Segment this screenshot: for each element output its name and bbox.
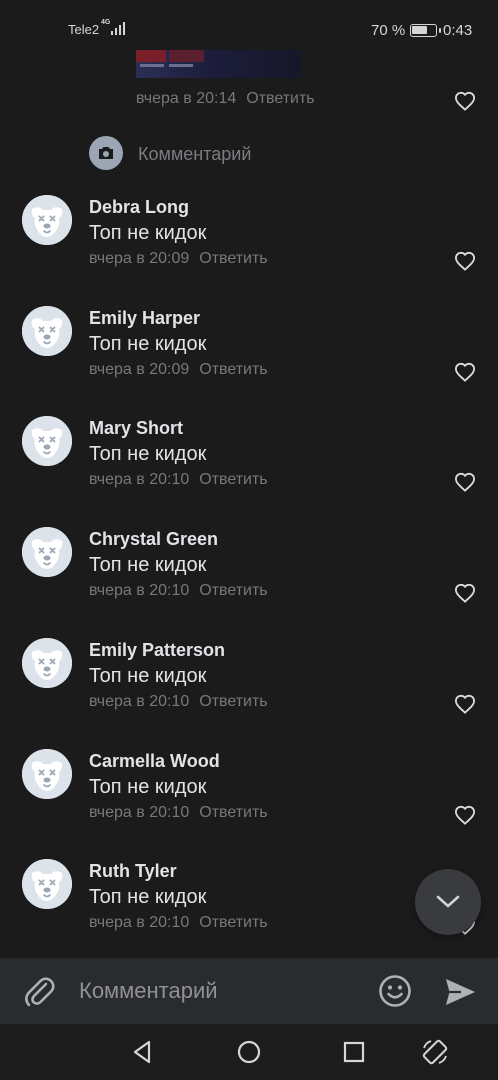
triangle-back-icon[interactable] [129,1038,157,1066]
comment-time: вчера в 20:14 [136,90,237,107]
comment-time: вчера в 20:10 [89,692,190,710]
comment-author[interactable]: Ruth Tyler [89,861,177,882]
comment-time: вчера в 20:09 [89,250,190,267]
avatar[interactable] [22,748,72,799]
heart-outline-icon[interactable] [454,91,476,111]
comment-item: Mary Short Топ не кидок вчера в 20:10 Отв… [0,416,498,526]
system-nav-bar [0,1024,498,1080]
comment-time: вчера в 20:10 [89,914,190,932]
heart-outline-icon[interactable] [454,472,476,493]
comment-meta: вчера в 20:10 Ответить [89,693,268,711]
comment-meta: вчера в 20:09 Ответить [89,361,268,379]
comment-meta: вчера в 20:10 Ответить [89,582,268,600]
avatar[interactable] [22,195,72,245]
comment-meta: вчера в 20:09 Ответить [89,250,268,268]
comment-item: Debra Long Топ не кидок вчера в 20:09 Отв… [0,195,498,305]
camera-icon[interactable] [89,136,123,170]
reply-link[interactable]: Ответить [199,693,267,710]
comment-meta: вчера в 20:14 Ответить [136,90,315,108]
deactivated-dog-avatar [22,527,72,578]
reply-link[interactable]: Ответить [199,471,267,488]
comment-author[interactable]: Carmella Wood [89,751,220,772]
deactivated-dog-avatar [22,637,72,688]
battery-level-fill [412,26,427,34]
chevron-down-icon [436,895,460,908]
signal-icon [107,20,125,41]
comment-author[interactable]: Emily Harper [89,308,200,329]
comment-item: Emily Patterson Топ не кидок вчера в 20:… [0,637,498,748]
heart-outline-icon[interactable] [454,583,476,603]
reply-comment-placeholder[interactable]: Комментарий [138,144,251,165]
comment-text: Топ не кидок [89,886,207,909]
battery-icon [410,24,441,37]
attached-image-thumbnail[interactable] [136,50,301,78]
circle-home-icon[interactable] [235,1038,263,1066]
comment-text: Топ не кидок [89,443,207,466]
reply-link[interactable]: Ответить [246,90,314,107]
comment-item: Chrystal Green Топ не кидок вчера в 20:1… [0,527,498,637]
comment-text: Топ не кидок [89,554,207,577]
comment-author[interactable]: Emily Patterson [89,640,225,661]
deactivated-dog-avatar [22,305,72,356]
carrier-name: Tele2 [68,22,100,37]
scroll-down-button[interactable] [415,869,481,935]
reply-link[interactable]: Ответить [199,361,267,378]
comment-author[interactable]: Chrystal Green [89,529,218,550]
comment-time: вчера в 20:10 [89,803,190,821]
battery-percent: 70 % [371,22,406,39]
comment-item: Carmella Wood Топ не кидок вчера в 20:10… [0,748,498,859]
square-recents-icon[interactable] [340,1038,368,1066]
comment-time: вчера в 20:10 [89,582,190,600]
comment-author[interactable]: Mary Short [89,418,183,439]
reply-comment-row[interactable]: Комментарий [89,136,389,170]
comment-time: вчера в 20:10 [89,471,190,489]
deactivated-dog-avatar [22,195,72,245]
rotate-icon[interactable] [421,1038,449,1066]
clock: 0:43 [443,22,473,39]
heart-outline-icon[interactable] [454,805,476,825]
heart-outline-icon[interactable] [454,694,476,714]
comment-author[interactable]: Debra Long [89,197,189,218]
reply-link[interactable]: Ответить [199,804,267,821]
heart-outline-icon[interactable] [454,362,476,382]
status-bar: Tele2 4G 70 % 0:43 [0,0,498,48]
send-icon[interactable] [443,975,477,1009]
avatar[interactable] [22,859,72,910]
avatar[interactable] [22,416,72,467]
reply-link[interactable]: Ответить [199,250,267,267]
comment-meta: вчера в 20:10 Ответить [89,471,268,489]
comment-text: Топ не кидок [89,222,207,244]
smiley-icon[interactable] [378,974,412,1008]
avatar[interactable] [22,527,72,578]
comment-meta: вчера в 20:10 Ответить [89,914,268,932]
reply-link[interactable]: Ответить [199,914,267,931]
comment-item: Emily Harper Топ не кидок вчера в 20:09 О… [0,305,498,416]
reply-link[interactable]: Ответить [199,582,267,599]
deactivated-dog-avatar [22,859,72,910]
paperclip-icon[interactable] [22,975,56,1009]
comment-text: Топ не кидок [89,332,207,355]
deactivated-dog-avatar [22,416,72,467]
comment-text: Топ не кидок [89,664,207,687]
avatar[interactable] [22,637,72,688]
heart-outline-icon[interactable] [454,251,476,271]
comment-input[interactable]: Комментарий [79,978,218,1004]
comment-time: вчера в 20:09 [89,360,190,378]
deactivated-dog-avatar [22,748,72,799]
comment-text: Топ не кидок [89,775,207,798]
avatar[interactable] [22,305,72,356]
comment-composer: Комментарий [0,958,498,1024]
comment-meta: вчера в 20:10 Ответить [89,804,268,822]
